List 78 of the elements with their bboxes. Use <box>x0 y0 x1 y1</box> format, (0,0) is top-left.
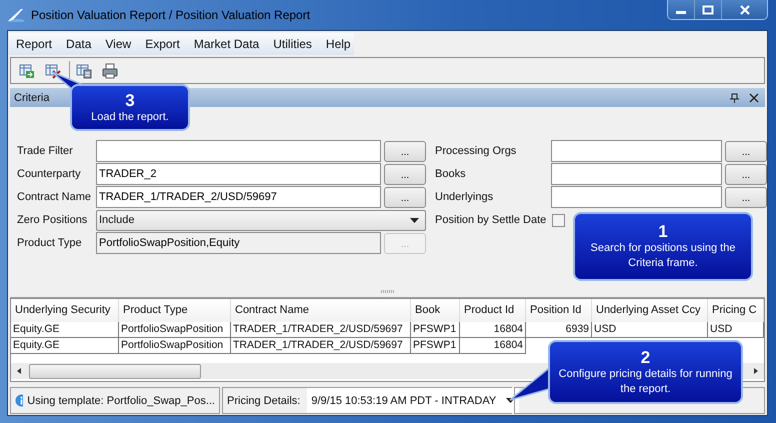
step-number: 2 <box>640 348 650 366</box>
caret-icon <box>410 218 419 222</box>
scroll-left-icon[interactable] <box>15 367 23 375</box>
maximize-button[interactable] <box>695 0 722 19</box>
table-cell: 6939 <box>526 322 592 338</box>
menu-item[interactable]: Export <box>138 37 187 51</box>
browse-button[interactable]: ... <box>725 186 767 208</box>
field-label: Product Type <box>17 237 83 249</box>
input-field[interactable] <box>551 163 722 185</box>
column-header[interactable]: Pricing C <box>708 299 764 322</box>
menu-item[interactable]: Data <box>59 37 98 51</box>
column-header[interactable]: Product Type <box>119 299 231 322</box>
table-cell: 16804 <box>460 322 526 338</box>
window-title: Position Valuation Report / Position Valuation Report <box>31 8 310 22</box>
browse-button[interactable]: ... <box>384 164 426 184</box>
table-cell: TRADER_1/TRADER_2/USD/59697 <box>231 322 411 338</box>
field-label: Counterparty <box>17 168 82 180</box>
menu-item[interactable]: Market Data <box>186 37 266 51</box>
input-field[interactable]: TRADER_1/TRADER_2/USD/59697 <box>96 186 381 208</box>
input-field[interactable] <box>551 186 722 208</box>
step-number: 1 <box>658 222 668 241</box>
step-number: 3 <box>125 90 135 110</box>
menu-item[interactable]: Utilities <box>266 37 319 51</box>
callout-text: Search for positions using the Criteria frame. <box>590 241 736 271</box>
column-header[interactable]: Contract Name <box>231 299 411 322</box>
table-cell: PFSWP1 <box>411 322 460 338</box>
panel-title: Criteria <box>14 92 50 104</box>
column-header[interactable]: Underlying Security <box>11 299 119 322</box>
column-header[interactable]: Position Id <box>526 299 592 322</box>
close-icon[interactable] <box>749 92 759 102</box>
field-label: Underlyings <box>435 191 494 203</box>
table-cell: Equity.GE <box>11 338 119 354</box>
scrollbar-thumb[interactable] <box>29 364 201 378</box>
scroll-right-icon[interactable] <box>752 367 760 375</box>
field-label: Position by Settle Date <box>435 214 546 226</box>
callout-text: Load the report. <box>91 110 169 124</box>
table-cell: 16804 <box>460 338 526 354</box>
browse-button[interactable]: ... <box>384 186 426 208</box>
dropdown[interactable]: Include <box>96 210 426 230</box>
menu-item[interactable]: Help <box>318 37 358 51</box>
status-text: Using template: Portfolio_Swap_Pos... <box>27 394 215 406</box>
field-label: Trade Filter <box>17 145 74 157</box>
field-label: Contract Name <box>17 191 92 203</box>
minimize-icon <box>676 11 686 14</box>
menu-item[interactable]: Report <box>9 37 60 51</box>
column-header[interactable]: Book <box>411 299 460 322</box>
table-cell: PFSWP1 <box>411 338 460 354</box>
minimize-button[interactable] <box>668 0 695 19</box>
table-cell: PortfolioSwapPosition <box>119 322 231 338</box>
pricing-dropdown[interactable]: 9/9/15 10:53:19 AM PDT - INTRADAY <box>307 388 520 413</box>
table-cell: PortfolioSwapPosition <box>119 338 231 354</box>
menu-item[interactable]: View <box>98 37 138 51</box>
pin-icon[interactable] <box>730 92 739 102</box>
input-field[interactable]: TRADER_2 <box>96 163 381 185</box>
browse-button[interactable]: ... <box>725 140 767 162</box>
table-cell: Equity.GE <box>11 322 119 338</box>
info-icon <box>15 394 24 407</box>
pricing-label: Pricing Details: <box>227 394 300 406</box>
input-field[interactable] <box>551 140 722 162</box>
splitter-grip[interactable] <box>380 290 394 292</box>
maximize-icon <box>702 4 714 14</box>
field-label: Processing Orgs <box>435 145 518 157</box>
callout-text: Configure pricing details for running the report. <box>558 366 733 396</box>
app-logo-icon <box>7 7 25 23</box>
browse-button[interactable]: ... <box>384 140 426 162</box>
column-header[interactable]: Underlying Asset Ccy <box>592 299 708 322</box>
table-cell: USD <box>708 322 764 338</box>
input-field[interactable]: PortfolioSwapPosition,Equity <box>96 232 381 254</box>
browse-button[interactable]: ... <box>725 164 767 184</box>
input-field[interactable] <box>96 140 381 162</box>
table-cell: TRADER_1/TRADER_2/USD/59697 <box>231 338 411 354</box>
close-button[interactable] <box>722 0 767 19</box>
checkbox[interactable] <box>552 214 566 226</box>
field-label: Books <box>435 168 467 180</box>
table-cell: USD <box>592 322 708 338</box>
field-label: Zero Positions <box>17 214 88 226</box>
column-header[interactable]: Product Id <box>460 299 526 322</box>
close-icon <box>738 4 750 14</box>
